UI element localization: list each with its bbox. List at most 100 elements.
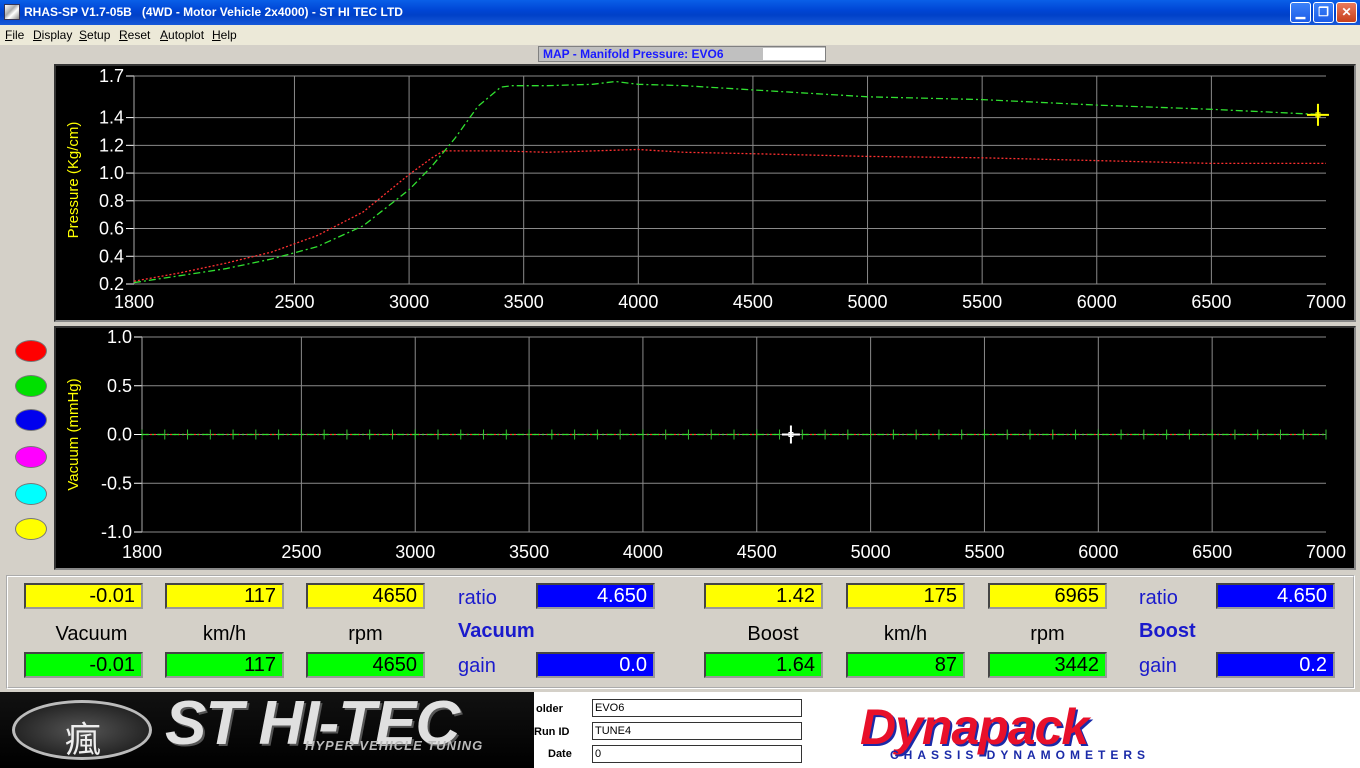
boost-ratio-value[interactable]: 4.650 <box>1216 583 1335 609</box>
menu-bar: File Display Setup Reset Autoplot Help <box>0 25 1360 45</box>
y-tick-label: 0.2 <box>99 274 124 294</box>
date-field[interactable]: 0 <box>592 745 802 763</box>
y-tick-label: 0.5 <box>107 376 132 396</box>
boost-gain-label: gain <box>1139 655 1177 677</box>
x-tick-label: 4000 <box>623 542 663 562</box>
y-axis-label: Vacuum (mmHg) <box>65 378 82 490</box>
y-tick-label: 0.0 <box>107 425 132 445</box>
chart-title: MAP - Manifold Pressure: EVO6 <box>543 47 724 61</box>
footer: 瘋 ST HI-TEC HYPER VEHICLE TUNING older E… <box>0 689 1360 768</box>
run-id-label: Run ID <box>534 726 570 738</box>
window-title: RHAS-SP V1.7-05B (4WD - Motor Vehicle 2x… <box>24 5 403 19</box>
channel-yellow-dot[interactable] <box>15 518 47 540</box>
boost-value-bottom: 1.64 <box>704 652 823 678</box>
vacuum-value-bottom: -0.01 <box>24 652 143 678</box>
boost-kmh-top: 175 <box>846 583 965 609</box>
series-line-2 <box>133 80 1327 284</box>
vacuum-group-title: Vacuum <box>458 620 535 642</box>
channel-magenta-dot[interactable] <box>15 446 47 468</box>
vacuum-ratio-label: ratio <box>458 587 497 609</box>
boost-rpm-label: rpm <box>1030 623 1065 645</box>
channel-blue-dot[interactable] <box>15 409 47 431</box>
x-tick-label: 1800 <box>122 542 162 562</box>
boost-kmh-label: km/h <box>883 623 928 645</box>
boost-value-top: 1.42 <box>704 583 823 609</box>
close-button[interactable]: ✕ <box>1336 2 1357 23</box>
menu-display[interactable]: Display <box>33 28 72 42</box>
menu-reset[interactable]: Reset <box>119 28 150 42</box>
vacuum-rpm-bottom: 4650 <box>306 652 425 678</box>
x-tick-label: 5500 <box>962 292 1002 312</box>
date-label: Date <box>548 748 572 760</box>
chart-title-box <box>763 48 825 60</box>
channel-red-dot[interactable] <box>15 340 47 362</box>
y-tick-label: -1.0 <box>101 522 132 542</box>
menu-help[interactable]: Help <box>212 28 237 42</box>
y-tick-label: -0.5 <box>101 473 132 493</box>
x-tick-label: 6000 <box>1078 542 1118 562</box>
y-axis-label: Pressure (Kg/cm) <box>65 122 82 239</box>
x-tick-label: 5000 <box>848 292 888 312</box>
run-id-field[interactable]: TUNE4 <box>592 722 802 740</box>
y-tick-label: 1.7 <box>99 66 124 86</box>
app-icon[interactable] <box>4 4 20 20</box>
x-tick-label: 7000 <box>1306 292 1346 312</box>
pressure-chart-svg[interactable]: 1800 2500 3000 3500 4000 4500 5000 5500 6000 6500… <box>56 66 1354 320</box>
x-tick-label: 6500 <box>1191 292 1231 312</box>
y-tick-label: 0.6 <box>99 219 124 239</box>
st-emblem-glyph: 瘋 <box>65 720 102 761</box>
st-hitec-logo: 瘋 ST HI-TEC HYPER VEHICLE TUNING <box>0 689 534 768</box>
x-tick-label: 3500 <box>504 292 544 312</box>
minimize-button[interactable]: ▁ <box>1290 2 1311 23</box>
menu-setup[interactable]: Setup <box>79 28 110 42</box>
channel-cyan-dot[interactable] <box>15 483 47 505</box>
vacuum-gain-label: gain <box>458 655 496 677</box>
x-tick-label: 2500 <box>274 292 314 312</box>
maximize-button[interactable]: ❐ <box>1313 2 1334 23</box>
vacuum-rpm-top: 4650 <box>306 583 425 609</box>
boost-rpm-top: 6965 <box>988 583 1107 609</box>
channel-green-dot[interactable] <box>15 375 47 397</box>
st-logo-subtitle: HYPER VEHICLE TUNING <box>305 738 484 753</box>
y-tick-label: 1.0 <box>99 163 124 183</box>
st-emblem: 瘋 <box>12 700 152 761</box>
x-tick-label: 6000 <box>1077 292 1117 312</box>
boost-ratio-label: ratio <box>1139 587 1178 609</box>
chart-title-bar: MAP - Manifold Pressure: EVO6 <box>538 46 826 62</box>
folder-field[interactable]: EVO6 <box>592 699 802 717</box>
boost-group-title: Boost <box>1139 620 1196 642</box>
boost-gain-value[interactable]: 0.2 <box>1216 652 1335 678</box>
pressure-chart[interactable]: 1800 2500 3000 3500 4000 4500 5000 5500 6000 6500… <box>54 64 1356 322</box>
x-tick-label: 4500 <box>737 542 777 562</box>
folder-label: older <box>536 703 563 715</box>
y-tick-label: 1.2 <box>99 135 124 155</box>
x-tick-label: 3500 <box>509 542 549 562</box>
vacuum-kmh-bottom: 117 <box>165 652 284 678</box>
menu-autoplot[interactable]: Autoplot <box>160 28 204 42</box>
x-tick-label: 5500 <box>964 542 1004 562</box>
vacuum-value-top: -0.01 <box>24 583 143 609</box>
x-tick-label: 1800 <box>114 292 154 312</box>
x-tick-label: 3000 <box>389 292 429 312</box>
boost-label: Boost <box>747 623 799 645</box>
series-line-1 <box>133 148 1326 282</box>
dynapack-subtitle: CHASSIS DYNAMOMETERS <box>890 748 1151 762</box>
x-tick-label: 2500 <box>281 542 321 562</box>
y-tick-label: 1.4 <box>99 108 124 128</box>
x-tick-label: 3000 <box>395 542 435 562</box>
x-tick-label: 5000 <box>851 542 891 562</box>
x-tick-label: 4000 <box>618 292 658 312</box>
vacuum-chart-svg[interactable]: 1800 2500 3000 3500 4000 4500 5000 5500 6000 6500… <box>56 328 1354 568</box>
readout-panel: -0.01 117 4650 ratio 4.650 Vacuum km/h r… <box>6 575 1355 689</box>
vacuum-chart[interactable]: 1800 2500 3000 3500 4000 4500 5000 5500 6000 6500… <box>54 326 1356 570</box>
x-tick-label: 4500 <box>733 292 773 312</box>
title-bar: RHAS-SP V1.7-05B (4WD - Motor Vehicle 2x… <box>0 0 1360 25</box>
menu-file[interactable]: File <box>5 28 24 42</box>
x-tick-label: 7000 <box>1306 542 1346 562</box>
y-tick-label: 0.4 <box>99 246 124 266</box>
vacuum-kmh-label: km/h <box>202 623 247 645</box>
vacuum-ratio-value[interactable]: 4.650 <box>536 583 655 609</box>
x-tick-label: 6500 <box>1192 542 1232 562</box>
vacuum-gain-value[interactable]: 0.0 <box>536 652 655 678</box>
vacuum-label: Vacuum <box>55 623 128 645</box>
